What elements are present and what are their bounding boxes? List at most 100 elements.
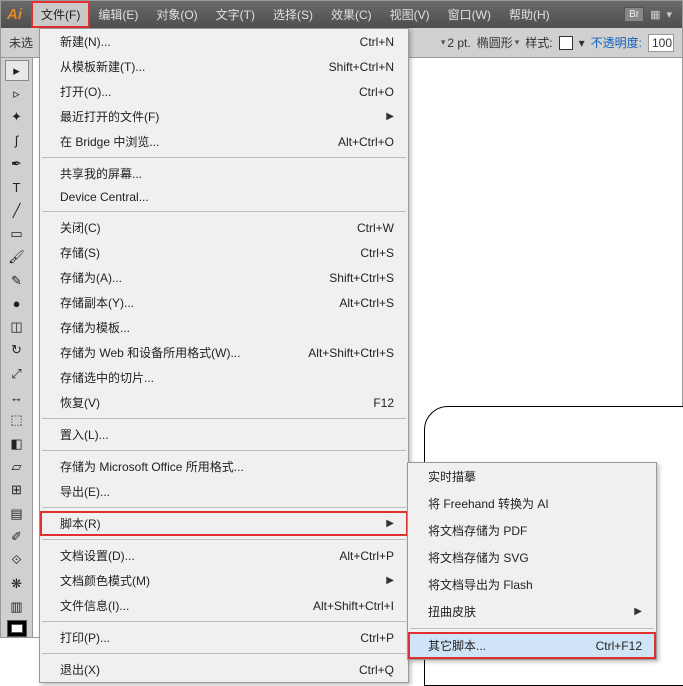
menu-文件[interactable]: 文件(F) [32,2,89,27]
menu-对象[interactable]: 对象(O) [147,2,206,27]
menu-item[interactable]: 实时描摹 [408,463,656,490]
menu-item-shortcut: Ctrl+W [357,221,394,235]
blob-brush-tool[interactable]: ● [5,293,29,314]
menu-item[interactable]: 存储为 Microsoft Office 所用格式... [40,454,408,479]
menu-文字[interactable]: 文字(T) [207,2,264,27]
paintbrush-tool[interactable]: 🖌 [5,247,29,268]
menu-item[interactable]: 将文档存储为 SVG [408,544,656,571]
gradient-tool[interactable]: ▤ [5,503,29,524]
menu-item[interactable]: 在 Bridge 中浏览...Alt+Ctrl+O [40,129,408,154]
stroke-weight-selector[interactable]: ▾ 2 pt. [441,36,471,50]
menu-item[interactable]: 其它脚本...Ctrl+F12 [408,632,656,659]
menu-item[interactable]: 将 Freehand 转换为 AI [408,490,656,517]
menu-item-label: 存储为(A)... [60,269,122,286]
menu-item[interactable]: 文件信息(I)...Alt+Shift+Ctrl+I [40,593,408,618]
brush-selector[interactable]: 椭圆形 ▾ [477,34,520,51]
menu-item[interactable]: 存储为模板... [40,315,408,340]
menu-item-label: 存储为 Web 和设备所用格式(W)... [60,344,240,361]
bridge-button[interactable]: Br [624,7,644,22]
shape-builder-tool[interactable]: ◧ [5,433,29,454]
pen-tool[interactable]: ✒ [5,153,29,174]
eraser-tool[interactable]: ◫ [5,317,29,338]
menu-帮助[interactable]: 帮助(H) [500,2,559,27]
menu-item[interactable]: 导出(E)... [40,479,408,504]
workspace-dropdown-icon[interactable]: ▾ [666,8,672,21]
menu-item-label: 实时描摹 [428,468,476,485]
menu-item-label: 存储为 Microsoft Office 所用格式... [60,458,244,475]
menu-item-shortcut: Alt+Ctrl+O [338,135,394,149]
menu-separator [42,653,406,654]
width-tool[interactable]: ↔ [5,386,29,407]
menu-item[interactable]: 扭曲皮肤▶ [408,598,656,625]
blend-tool[interactable]: ⟐ [5,550,29,571]
menu-item[interactable]: 退出(X)Ctrl+Q [40,657,408,682]
menu-item[interactable]: 文档设置(D)...Alt+Ctrl+P [40,543,408,568]
file-menu-dropdown: 新建(N)...Ctrl+N从模板新建(T)...Shift+Ctrl+N打开(… [39,28,409,683]
menu-item[interactable]: 打开(O)...Ctrl+O [40,79,408,104]
menu-item[interactable]: 存储选中的切片... [40,365,408,390]
symbol-sprayer-tool[interactable]: ❋ [5,573,29,594]
menu-item[interactable]: 关闭(C)Ctrl+W [40,215,408,240]
scale-tool[interactable]: ⤢ [5,363,29,384]
mesh-tool[interactable]: ⊞ [5,480,29,501]
menu-item[interactable]: 脚本(R)▶ [40,511,408,536]
menu-item[interactable]: 将文档存储为 PDF [408,517,656,544]
direct-select-tool[interactable]: ▹ [5,83,29,104]
rectangle-tool[interactable]: ▭ [5,223,29,244]
menu-separator [42,621,406,622]
line-tool[interactable]: ╱ [5,200,29,221]
menu-item[interactable]: 新建(N)...Ctrl+N [40,29,408,54]
menu-item-shortcut: Ctrl+S [360,246,394,260]
column-graph-tool[interactable]: ▥ [5,596,29,617]
menu-item-label: 文件信息(I)... [60,597,129,614]
menu-item-label: 文档颜色模式(M) [60,572,150,589]
menu-item[interactable]: Device Central... [40,186,408,208]
lasso-tool[interactable]: ʃ [5,130,29,151]
menu-item-label: 最近打开的文件(F) [60,108,159,125]
layout-grid-icon[interactable]: ▦ [650,8,660,21]
free-transform-tool[interactable]: ⬚ [5,410,29,431]
menu-item[interactable]: 置入(L)... [40,422,408,447]
menu-item[interactable]: 最近打开的文件(F) ▶ [40,104,408,129]
menu-选择[interactable]: 选择(S) [264,2,322,27]
magic-wand-tool[interactable]: ✦ [5,107,29,128]
opacity-input[interactable]: 100 [648,34,674,52]
tool-palette: ▸▹ ✦ʃ✒ T╱▭ 🖌✎● ◫↻⤢↔ ⬚◧▱ ⊞▤✐ ⟐❋▥ [1,58,33,637]
menu-separator [410,628,654,629]
rotate-tool[interactable]: ↻ [5,340,29,361]
fill-stroke-swatch[interactable] [7,620,27,638]
selection-tool[interactable]: ▸ [5,60,29,81]
chevron-down-icon: ▾ [579,36,585,50]
topbar-right: Br ▦ ▾ [624,7,682,22]
menu-item[interactable]: 文档颜色模式(M)▶ [40,568,408,593]
stroke-weight-value: 2 pt. [447,36,470,50]
menu-item-label: 从模板新建(T)... [60,58,145,75]
menu-item-label: 将 Freehand 转换为 AI [428,495,549,512]
menu-item-label: 置入(L)... [60,426,109,443]
menu-窗口[interactable]: 窗口(W) [439,2,500,27]
menu-item-shortcut: Alt+Ctrl+P [339,549,394,563]
menu-item-label: 打开(O)... [60,83,111,100]
menu-item[interactable]: 将文档导出为 Flash [408,571,656,598]
menu-item-shortcut: Ctrl+F12 [596,639,642,653]
type-tool[interactable]: T [5,177,29,198]
submenu-arrow-icon: ▶ [386,111,394,122]
menu-separator [42,539,406,540]
menu-编辑[interactable]: 编辑(E) [89,2,147,27]
menu-item[interactable]: 存储为(A)... Shift+Ctrl+S [40,265,408,290]
menu-item[interactable]: 恢复(V)F12 [40,390,408,415]
menu-效果[interactable]: 效果(C) [322,2,381,27]
eyedropper-tool[interactable]: ✐ [5,526,29,547]
menu-item[interactable]: 存储为 Web 和设备所用格式(W)...Alt+Shift+Ctrl+S [40,340,408,365]
menu-视图[interactable]: 视图(V) [381,2,439,27]
style-swatch[interactable] [559,36,573,50]
menu-item-shortcut: Shift+Ctrl+S [329,271,394,285]
menu-item[interactable]: 存储(S)Ctrl+S [40,240,408,265]
menu-item[interactable]: 共享我的屏幕... [40,161,408,186]
perspective-tool[interactable]: ▱ [5,456,29,477]
menu-item[interactable]: 从模板新建(T)...Shift+Ctrl+N [40,54,408,79]
menu-item-label: 退出(X) [60,661,100,678]
pencil-tool[interactable]: ✎ [5,270,29,291]
menu-item[interactable]: 存储副本(Y)...Alt+Ctrl+S [40,290,408,315]
selection-status-label: 未选 [9,34,33,51]
